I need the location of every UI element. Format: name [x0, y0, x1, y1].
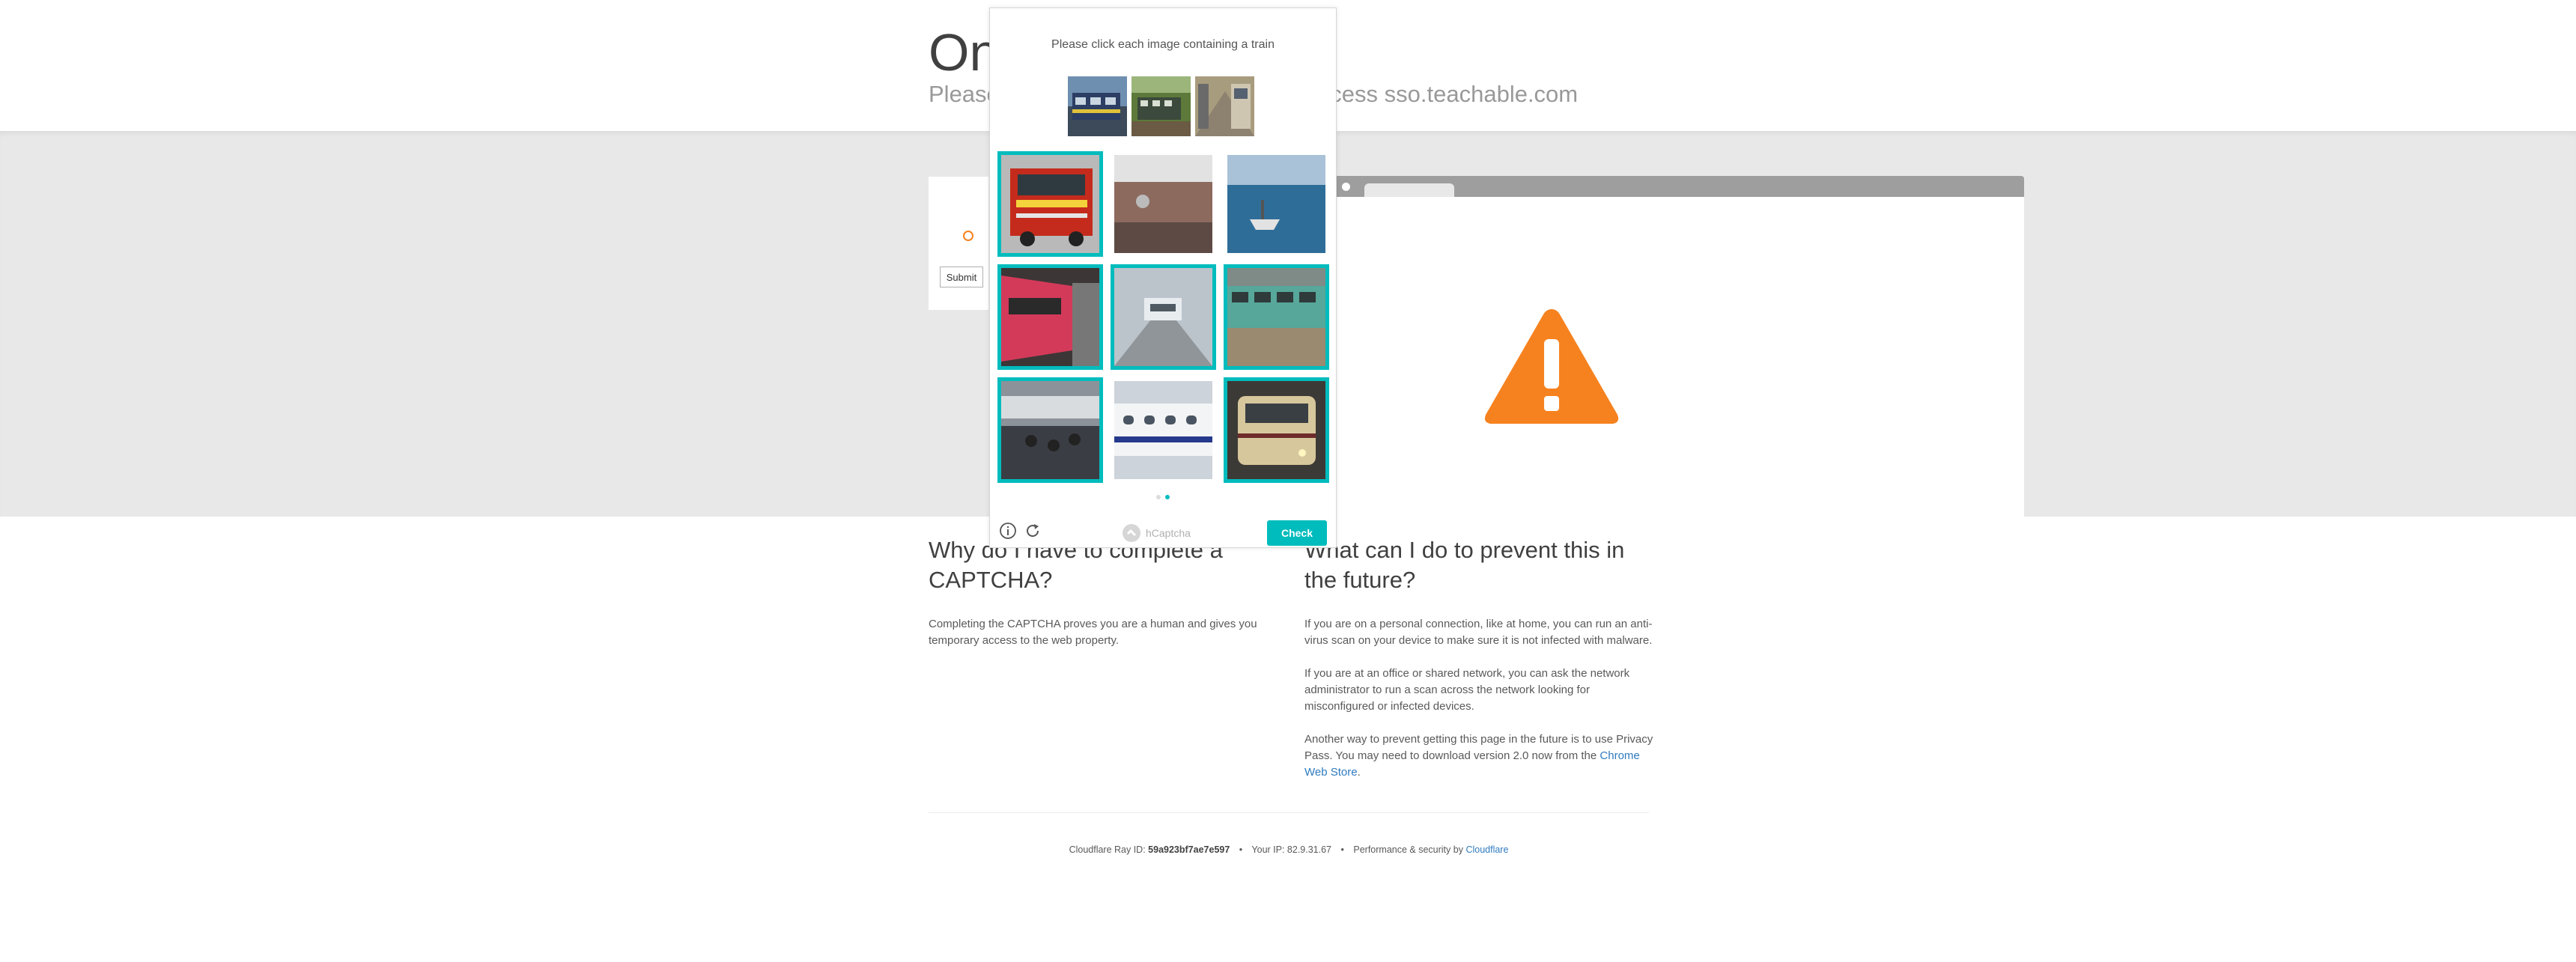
warning-icon	[1484, 309, 1619, 424]
prevent-section: What can I do to prevent this in the fut…	[1304, 535, 1656, 781]
image-tile-1[interactable]	[997, 151, 1103, 257]
footer-separator: •	[1239, 844, 1243, 855]
info-icon[interactable]	[999, 522, 1017, 540]
image-tile-7[interactable]	[997, 377, 1103, 483]
example-image-train-1	[1068, 76, 1127, 136]
page-dot-2	[1165, 495, 1170, 499]
page-indicator	[990, 495, 1336, 499]
prevent-paragraph-3-end: .	[1357, 766, 1361, 779]
image-tile-3[interactable]	[1224, 151, 1329, 257]
prevent-heading: What can I do to prevent this in the fut…	[1304, 537, 1625, 593]
cloudflare-link[interactable]: Cloudflare	[1465, 844, 1508, 855]
prevent-paragraph-3: Another way to prevent getting this page…	[1304, 731, 1656, 781]
example-image-train-3	[1195, 76, 1254, 136]
prevent-paragraph-1: If you are on a personal connection, lik…	[1304, 618, 1653, 647]
image-tile-4[interactable]	[997, 264, 1103, 370]
footer-separator: •	[1340, 844, 1344, 855]
ray-id: 59a923bf7ae7e597	[1148, 844, 1230, 855]
browser-illustration	[1334, 176, 2024, 517]
why-body: Completing the CAPTCHA proves you are a …	[929, 618, 1257, 647]
refresh-icon[interactable]	[1024, 522, 1042, 540]
page-dot-1	[1156, 495, 1161, 499]
challenge-form: Submit	[929, 177, 988, 310]
image-tile-5[interactable]	[1111, 264, 1216, 370]
submit-button[interactable]: Submit	[940, 267, 983, 287]
image-tile-9[interactable]	[1224, 377, 1329, 483]
footer-divider	[929, 812, 1649, 813]
ray-id-label: Cloudflare Ray ID:	[1069, 844, 1149, 855]
example-image-train-2	[1131, 76, 1191, 136]
hcaptcha-challenge: Please click each image containing a tra…	[989, 7, 1337, 548]
hcaptcha-logo: hCaptcha	[1122, 523, 1191, 543]
image-tile-2[interactable]	[1111, 151, 1216, 257]
browser-tab	[1364, 183, 1454, 197]
loading-spinner-icon	[963, 231, 973, 241]
hcaptcha-brand: hCaptcha	[1146, 527, 1191, 539]
challenge-footer: hCaptcha Check	[990, 516, 1336, 547]
browser-dot	[1342, 183, 1350, 191]
prevent-paragraph-2: If you are at an office or shared networ…	[1304, 667, 1630, 713]
challenge-prompt: Please click each image containing a tra…	[1051, 38, 1275, 51]
page-subtitle-end: ccess sso.teachable.com	[1318, 81, 1579, 107]
image-tile-8[interactable]	[1111, 377, 1216, 483]
page-title: On	[929, 23, 999, 82]
example-images	[1068, 76, 1254, 136]
ip-address: 82.9.31.67	[1287, 844, 1332, 855]
footer: Cloudflare Ray ID: 59a923bf7ae7e597 • Yo…	[929, 844, 1649, 855]
ip-label: Your IP:	[1251, 844, 1287, 855]
performance-label: Performance & security by	[1353, 844, 1466, 855]
browser-body	[1334, 197, 2024, 517]
why-section: Why do I have to complete a CAPTCHA? Com…	[929, 535, 1281, 649]
image-tile-6[interactable]	[1224, 264, 1329, 370]
check-button[interactable]: Check	[1267, 520, 1327, 546]
browser-toolbar	[1334, 176, 2024, 197]
hcaptcha-logo-icon	[1123, 524, 1140, 542]
